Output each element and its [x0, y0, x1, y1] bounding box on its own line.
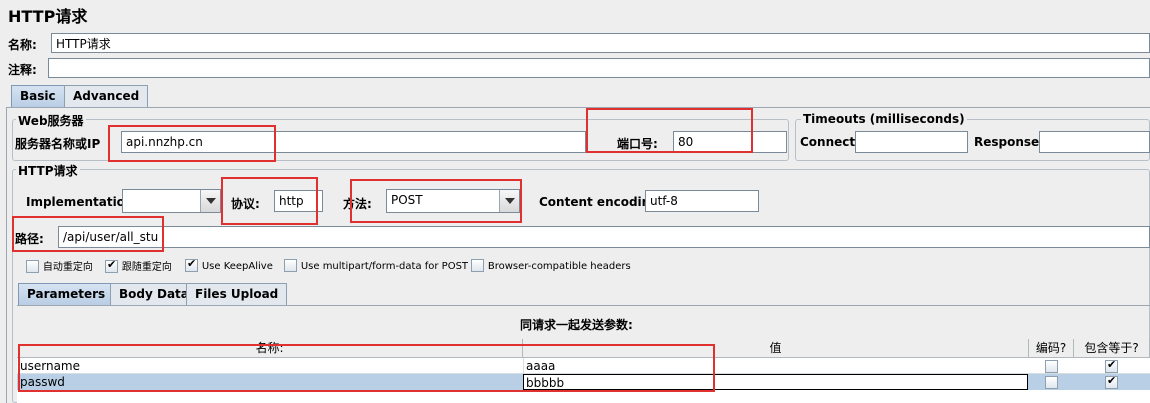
annotation-box-path: [12, 216, 164, 252]
option-label: Use KeepAlive: [201, 261, 273, 272]
option-multipart[interactable]: Use multipart/form-data for POST: [284, 258, 468, 272]
timeouts-group-title: Timeouts (milliseconds): [801, 112, 967, 126]
encode-checkbox-cell[interactable]: [1045, 375, 1058, 389]
checkbox[interactable]: [185, 257, 198, 272]
tab-files-upload[interactable]: Files Upload: [186, 283, 288, 305]
tab-parameters[interactable]: Parameters: [18, 283, 115, 305]
checkbox[interactable]: [1045, 376, 1058, 389]
checkbox[interactable]: [1105, 374, 1118, 389]
checkbox[interactable]: [1105, 358, 1118, 373]
tab-basic[interactable]: Basic: [11, 85, 65, 107]
http-request-group-title: HTTP请求: [16, 162, 80, 179]
page-title: HTTP请求: [8, 7, 88, 26]
annotation-box-protocol: [221, 177, 318, 225]
host-label: 服务器名称或IP: [15, 137, 101, 151]
option-label: 自动重定向: [42, 262, 93, 273]
checkbox[interactable]: [1045, 360, 1058, 373]
connect-label: Connect:: [800, 135, 860, 149]
column-header-encode[interactable]: 编码?: [1029, 339, 1074, 358]
option-label: Browser-compatible headers: [487, 261, 631, 272]
checkbox[interactable]: [284, 259, 297, 272]
option-keepalive[interactable]: Use KeepAlive: [185, 257, 273, 272]
option-browser-headers[interactable]: Browser-compatible headers: [471, 258, 631, 272]
response-label: Response:: [974, 135, 1044, 149]
option-follow-redirect[interactable]: 跟随重定向: [105, 258, 172, 273]
path-input[interactable]: /api/user/all_stu: [58, 226, 1150, 248]
option-auto-redirect[interactable]: 自动重定向: [26, 258, 93, 273]
comment-label: 注释:: [8, 63, 37, 77]
include-equals-checkbox-cell[interactable]: [1105, 374, 1118, 389]
params-caption: 同请求一起发送参数:: [520, 318, 633, 332]
tab-divider: [6, 107, 1150, 108]
annotation-box-port: [586, 108, 753, 153]
option-label: Use multipart/form-data for POST: [300, 261, 469, 272]
tab-panel-border: [6, 107, 7, 403]
content-encoding-input[interactable]: utf-8: [645, 190, 759, 212]
tab-advanced[interactable]: Advanced: [64, 85, 149, 107]
chevron-down-icon[interactable]: [200, 190, 220, 212]
annotation-box-method: [350, 179, 522, 223]
subtab-divider: [17, 305, 1150, 306]
column-header-include-equals[interactable]: 包含等于?: [1074, 339, 1150, 358]
name-field[interactable]: HTTP请求: [51, 33, 1150, 53]
include-equals-checkbox-cell[interactable]: [1105, 358, 1118, 373]
tab-body-data[interactable]: Body Data: [110, 283, 198, 305]
name-label: 名称:: [8, 38, 37, 52]
checkbox[interactable]: [471, 259, 484, 272]
implementation-select[interactable]: [122, 189, 221, 213]
response-timeout-input[interactable]: [1039, 131, 1150, 153]
checkbox[interactable]: [26, 260, 39, 273]
annotation-box-host: [108, 125, 276, 162]
checkbox[interactable]: [105, 258, 118, 273]
annotation-box-params: [18, 344, 715, 392]
option-label: 跟随重定向: [121, 262, 172, 273]
encode-checkbox-cell[interactable]: [1045, 359, 1058, 373]
connect-timeout-input[interactable]: [855, 131, 968, 153]
web-server-group-title: Web服务器: [16, 112, 86, 129]
comment-field[interactable]: [48, 58, 1150, 78]
